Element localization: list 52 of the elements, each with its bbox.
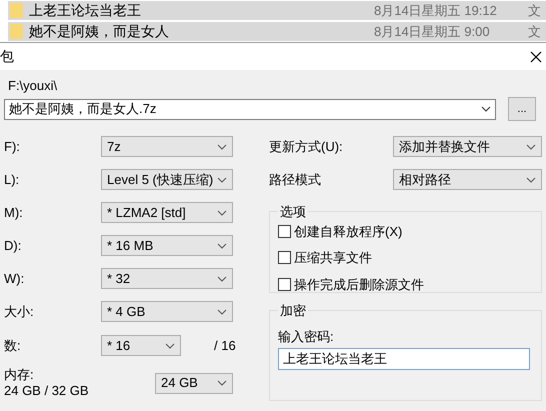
dropdown[interactable]: * 32 (101, 268, 233, 289)
dropdown[interactable]: * 16 (101, 335, 181, 356)
chevron-down-icon (217, 242, 227, 248)
dropdown[interactable]: 添加并替换文件 (393, 136, 542, 157)
group-title: 加密 (279, 302, 307, 320)
chevron-down-icon (165, 342, 175, 348)
chevron-down-icon (217, 176, 227, 182)
file-row[interactable]: 她不是阿姨，而是女人 8月14日星期五 9:00 文 (8, 22, 546, 41)
password-field[interactable]: 上老王论坛当老王 (278, 348, 530, 370)
folder-path: F:\youxi\ (7, 78, 58, 94)
setting-label: 大小: (4, 302, 35, 321)
chevron-down-icon (217, 276, 227, 282)
chevron-down-icon (217, 380, 227, 386)
checkbox[interactable] (278, 278, 291, 291)
checkbox-option[interactable]: 创建自释放程序(X) (278, 222, 533, 241)
dialog-title: 包 (0, 47, 14, 66)
close-icon[interactable] (530, 50, 542, 62)
checkbox-option[interactable]: 操作完成后删除源文件 (278, 274, 533, 294)
setting-label: F): (4, 138, 21, 156)
setting-label: W): (4, 270, 26, 288)
dropdown[interactable]: Level 5 (快速压缩) (101, 169, 233, 190)
setting-label: 内存: (4, 367, 35, 383)
chevron-down-icon (217, 210, 227, 216)
setting-label: 路径模式 (269, 170, 321, 189)
browse-button[interactable]: ... (508, 97, 536, 121)
dropdown[interactable]: * LZMA2 [std] (101, 202, 233, 223)
dropdown[interactable]: 24 GB (155, 372, 233, 394)
file-row[interactable]: 上老王论坛当老王 8月14日星期五 19:12 文 (8, 1, 546, 20)
dropdown[interactable]: * 4 GB (101, 301, 233, 322)
checkbox-option[interactable]: 压缩共享文件 (278, 248, 533, 268)
setting-label: 数: (4, 336, 22, 355)
checkbox[interactable] (278, 224, 291, 238)
dropdown[interactable]: * 16 MB (101, 235, 233, 256)
memory-usage: 24 GB / 32 GB (4, 383, 90, 399)
chevron-down-icon (526, 144, 536, 150)
folder-icon (10, 3, 23, 18)
dropdown[interactable]: 7z (101, 136, 233, 157)
chevron-down-icon (217, 144, 227, 150)
chevron-down-icon (217, 308, 227, 314)
chevron-down-icon (526, 176, 536, 182)
group-title: 选项 (279, 203, 307, 221)
setting-label: M): (4, 204, 24, 222)
password-label: 输入密码: (278, 328, 335, 346)
chevron-down-icon (481, 106, 491, 112)
dropdown[interactable]: 相对路径 (393, 169, 542, 190)
thread-count: / 16 (214, 336, 236, 355)
checkbox[interactable] (278, 251, 291, 264)
setting-label: D): (4, 236, 22, 255)
setting-label: L): (4, 170, 20, 189)
archive-name-field[interactable]: 她不是阿姨，而是女人.7z (4, 98, 496, 120)
setting-label: 更新方式(U): (269, 138, 343, 156)
folder-icon (10, 24, 23, 39)
